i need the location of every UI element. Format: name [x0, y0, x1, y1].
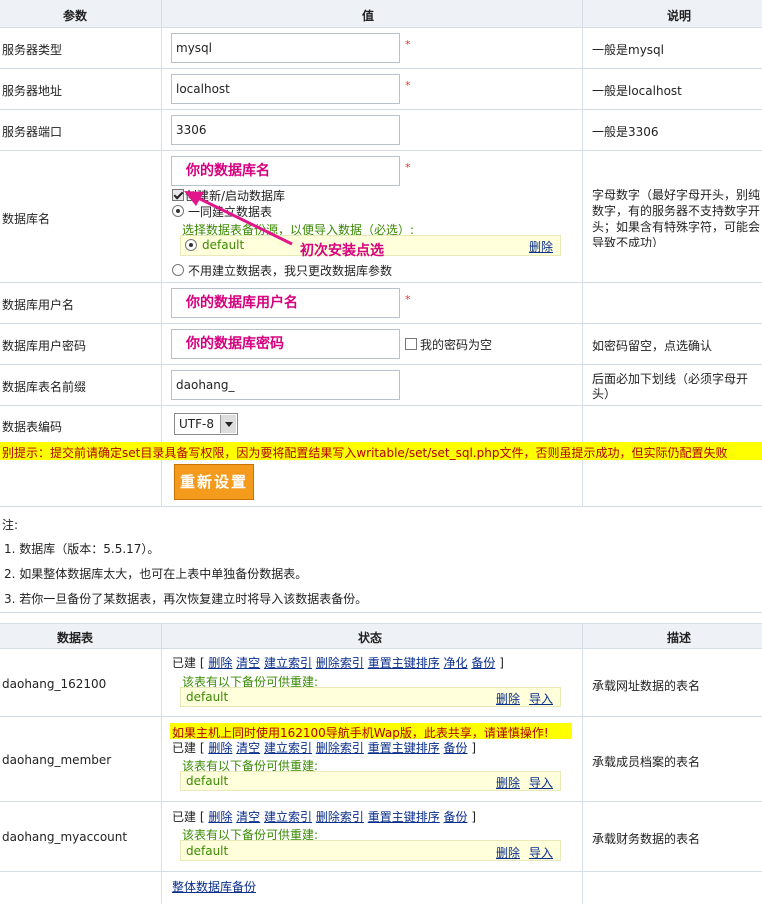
server-addr-note: 一般是localhost — [592, 84, 682, 98]
header-table: 数据表 — [57, 631, 94, 645]
table-prefix-label: 数据库表名前缀 — [2, 380, 87, 394]
db-name-note: 字母数字（最好字母开头，别纯数字，有的服务器不支持数字开头；如果含有特殊字符，可… — [592, 188, 761, 247]
db-pass-label: 数据库用户密码 — [2, 339, 87, 353]
reset-button[interactable]: 重新设置 — [174, 464, 254, 500]
chevron-down-icon — [220, 415, 236, 433]
note-item-3: 3. 若你一旦备份了某数据表，再次恢复建立时将导入该数据表备份。 — [4, 592, 368, 606]
config-table-header — [0, 0, 762, 28]
table-prefix-input[interactable]: daohang_ — [171, 370, 400, 400]
backup-import-link[interactable]: 导入 — [529, 774, 553, 791]
backup-import-link[interactable]: 导入 — [529, 844, 553, 861]
note-item-1: 1. 数据库（版本：5.5.17）。 — [4, 542, 160, 556]
server-type-label: 服务器类型 — [2, 43, 63, 57]
server-port-note: 一般是3306 — [592, 125, 659, 139]
empty-password-label: 我的密码为空 — [420, 338, 493, 352]
server-addr-label: 服务器地址 — [2, 84, 63, 98]
backup-name: default — [186, 774, 229, 788]
truncate-table-link[interactable]: 清空 — [236, 656, 260, 670]
build-index-link[interactable]: 建立索引 — [264, 656, 312, 670]
header-value: 值 — [362, 9, 375, 23]
table-desc: 承载财务数据的表名 — [592, 832, 701, 846]
table-status-actions: 已建 [ 删除 清空 建立索引 删除索引 重置主键排序 备份 ] — [172, 741, 477, 755]
server-port-input[interactable]: 3306 — [171, 115, 400, 145]
db-pass-note: 如密码留空，点选确认 — [592, 339, 713, 353]
table-status-actions: 已建 [ 删除 清空 建立索引 删除索引 重置主键排序 净化 备份 ] — [172, 656, 504, 670]
db-user-input[interactable]: 你的数据库用户名 — [171, 288, 400, 318]
header-param: 参数 — [63, 9, 88, 23]
table-prefix-note: 后面必加下划线（必须字母开头） — [592, 372, 749, 401]
backup-link[interactable]: 备份 — [471, 656, 495, 670]
backup-name: default — [186, 690, 229, 704]
delete-table-link[interactable]: 删除 — [208, 656, 232, 670]
server-type-note: 一般是mysql — [592, 43, 664, 57]
truncate-table-link[interactable]: 清空 — [236, 810, 260, 824]
reset-key-order-link[interactable]: 重置主键排序 — [368, 741, 440, 755]
delete-index-link[interactable]: 删除索引 — [316, 810, 364, 824]
no-tables-radio[interactable] — [172, 264, 184, 276]
delete-table-link[interactable]: 删除 — [208, 741, 232, 755]
server-type-input[interactable]: mysql — [171, 33, 400, 63]
backup-delete-link[interactable]: 删除 — [496, 774, 520, 791]
annotation-label: 初次安装点选 — [300, 243, 384, 259]
required-star: * — [405, 38, 411, 51]
empty-password-checkbox[interactable] — [405, 338, 417, 350]
note-item-2: 2. 如果整体数据库太大，也可在上表中单独备份数据表。 — [4, 567, 308, 581]
notes-title: 注: — [2, 518, 19, 532]
backup-delete-link[interactable]: 删除 — [496, 690, 520, 707]
header-status: 状态 — [358, 631, 383, 645]
delete-index-link[interactable]: 删除索引 — [316, 656, 364, 670]
db-user-label: 数据库用户名 — [2, 298, 75, 312]
db-pass-input[interactable]: 你的数据库密码 — [171, 329, 400, 359]
required-star: * — [405, 79, 411, 92]
table-status-actions: 已建 [ 删除 清空 建立索引 删除索引 重置主键排序 备份 ] — [172, 810, 477, 824]
header-desc: 说明 — [667, 9, 692, 23]
db-name-input[interactable]: 你的数据库名 — [171, 156, 400, 186]
backup-name: default — [186, 844, 229, 858]
delete-index-link[interactable]: 删除索引 — [316, 741, 364, 755]
required-star: * — [405, 161, 411, 174]
warning-text: 别提示：提交前请确定set目录具备写权限，因为要将配置结果写入writable/… — [2, 446, 728, 460]
table-name: daohang_162100 — [2, 677, 107, 691]
table-name: daohang_myaccount — [2, 830, 128, 844]
backup-link[interactable]: 备份 — [444, 741, 468, 755]
backup-delete-link[interactable]: 删除 — [496, 844, 520, 861]
encoding-selected: UTF-8 — [179, 417, 214, 431]
full-db-backup-link[interactable]: 整体数据库备份 — [172, 878, 256, 895]
annotation-arrow — [184, 191, 293, 246]
truncate-table-link[interactable]: 清空 — [236, 741, 260, 755]
reset-key-order-link[interactable]: 重置主键排序 — [368, 656, 440, 670]
encoding-select[interactable]: UTF-8 — [174, 413, 238, 435]
header-describe: 描述 — [667, 631, 692, 645]
backup-delete-link[interactable]: 删除 — [529, 238, 553, 255]
db-name-label: 数据库名 — [2, 212, 51, 226]
build-index-link[interactable]: 建立索引 — [264, 741, 312, 755]
no-tables-label: 不用建立数据表，我只更改数据库参数 — [188, 264, 393, 278]
purify-link[interactable]: 净化 — [444, 656, 468, 670]
server-addr-input[interactable]: localhost — [171, 74, 400, 104]
backup-link[interactable]: 备份 — [444, 810, 468, 824]
table-name: daohang_member — [2, 753, 112, 767]
delete-table-link[interactable]: 删除 — [208, 810, 232, 824]
table-desc: 承载网址数据的表名 — [592, 679, 701, 693]
build-index-link[interactable]: 建立索引 — [264, 810, 312, 824]
encoding-label: 数据表编码 — [2, 420, 63, 434]
required-star: * — [405, 293, 411, 306]
backup-import-link[interactable]: 导入 — [529, 690, 553, 707]
server-port-label: 服务器端口 — [2, 125, 63, 139]
table-desc: 承载成员档案的表名 — [592, 755, 701, 769]
reset-key-order-link[interactable]: 重置主键排序 — [368, 810, 440, 824]
